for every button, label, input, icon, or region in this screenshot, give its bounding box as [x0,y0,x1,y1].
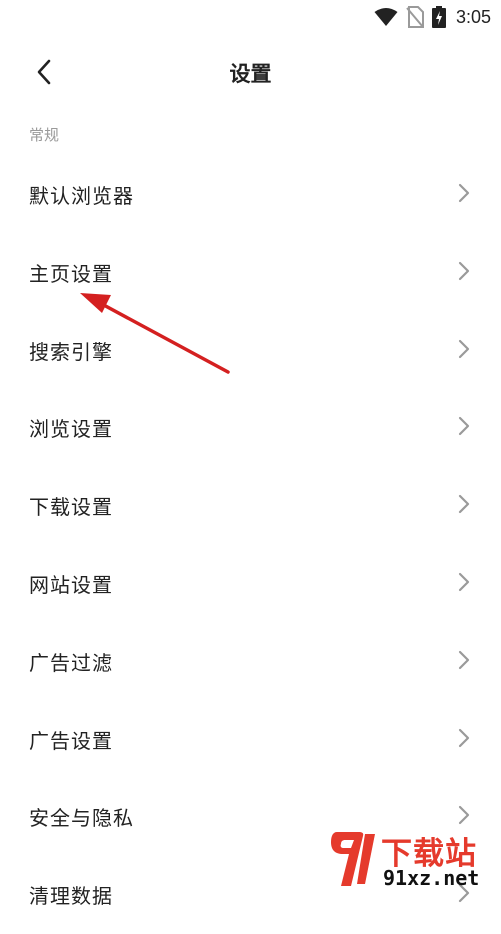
settings-item-label: 安全与隐私 [29,806,134,831]
settings-item-label: 搜索引擎 [29,339,113,364]
settings-item-homepage[interactable]: 主页设置 [0,234,501,312]
chevron-right-icon [458,261,470,280]
watermark-logo [331,832,375,886]
settings-item-label: 下载设置 [29,495,113,520]
settings-item-label: 广告过滤 [29,650,113,675]
settings-item-ad-filter[interactable]: 广告过滤 [0,623,501,701]
status-time: 3:05 [455,6,491,27]
chevron-right-icon [458,572,470,592]
settings-item-label: 主页设置 [29,261,113,286]
chevron-right-icon [458,339,470,358]
battery-charging-icon [431,6,446,28]
settings-item-label: 网站设置 [29,572,113,597]
chevron-right-icon [458,728,470,747]
settings-item-label: 浏览设置 [29,417,113,442]
settings-item-site[interactable]: 网站设置 [0,545,501,623]
watermark: 下载站 91xz.net [329,828,499,890]
chevron-right-icon [458,183,470,203]
no-sim-icon [406,6,424,28]
settings-item-label: 清理数据 [29,884,113,909]
chevron-right-icon [458,806,470,825]
chevron-right-icon [458,417,470,436]
settings-item-download[interactable]: 下载设置 [0,467,501,545]
settings-list: 默认浏览器 主页设置 搜索引擎 浏览设置 下载设置 网站设置 广告过滤 广告设置… [0,156,501,934]
settings-item-ad-settings[interactable]: 广告设置 [0,701,501,779]
page-title: 设置 [229,62,272,86]
chevron-right-icon [458,650,470,669]
wifi-icon [374,8,398,26]
watermark-url: 91xz.net [383,866,480,890]
status-bar: 3:05 [0,0,501,36]
chevron-right-icon [458,495,470,514]
status-icons: 3:05 [374,6,491,28]
settings-item-label: 广告设置 [29,728,113,753]
settings-item-browsing[interactable]: 浏览设置 [0,389,501,467]
header: 设置 [0,44,501,100]
settings-item-label: 默认浏览器 [29,184,134,208]
settings-item-search-engine[interactable]: 搜索引擎 [0,312,501,390]
section-label: 常规 [29,126,60,144]
settings-item-default-browser[interactable]: 默认浏览器 [0,156,501,234]
